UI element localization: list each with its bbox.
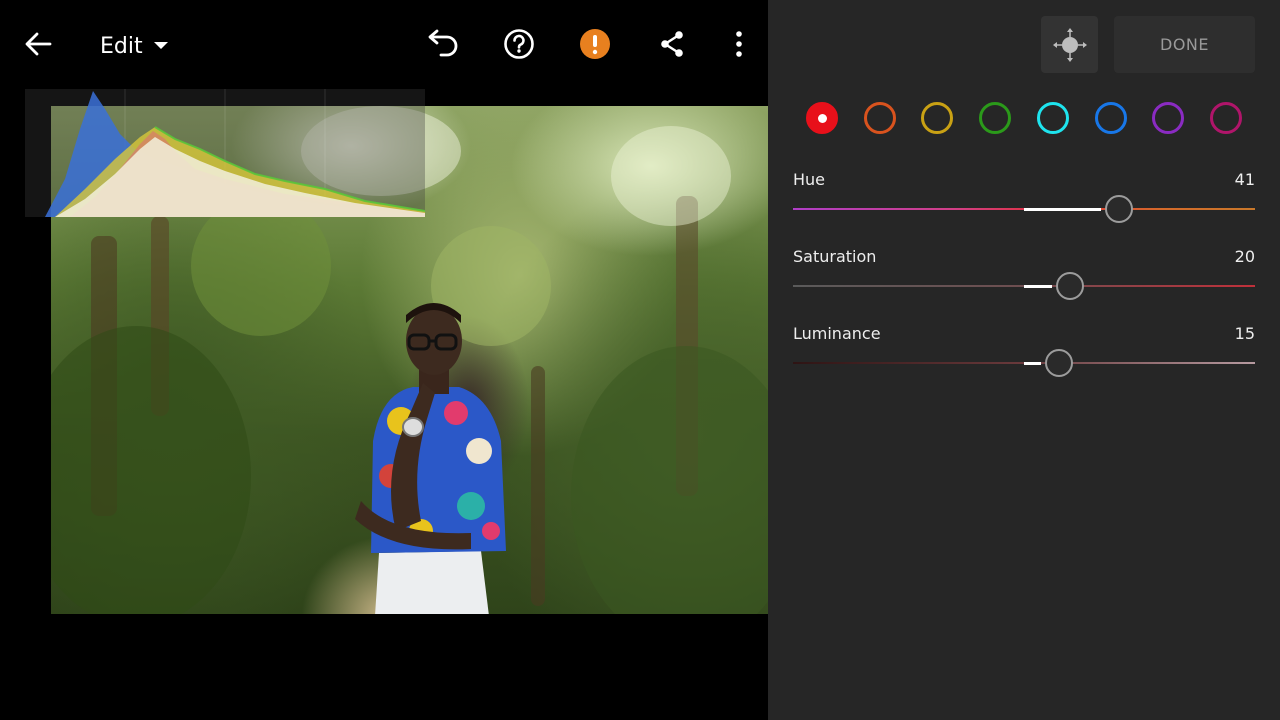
hue-value: 41 [1234, 170, 1255, 189]
warning-button[interactable] [573, 22, 617, 66]
color-swatch-blue[interactable] [1094, 102, 1127, 134]
person-subject [355, 303, 506, 614]
foliage [611, 126, 731, 226]
luminance-slider-thumb[interactable] [1044, 349, 1073, 377]
editing-canvas: Edit [0, 0, 768, 720]
saturation-label: Saturation [793, 247, 877, 266]
color-swatch-aqua[interactable] [1036, 102, 1069, 134]
tree-trunk [531, 366, 545, 606]
caret-down-icon [153, 42, 168, 49]
saturation-slider-track[interactable] [793, 272, 1255, 300]
histogram [25, 89, 425, 217]
done-button[interactable]: DONE [1114, 16, 1255, 73]
arrow-left-icon [25, 32, 52, 56]
exclamation-circle-icon [580, 29, 610, 59]
foliage [51, 326, 251, 614]
saturation-slider-row: Saturation 20 [793, 247, 1255, 307]
hue-slider-row: Hue 41 [793, 170, 1255, 230]
undo-icon [428, 29, 458, 57]
share-icon [661, 31, 683, 57]
hue-slider-thumb[interactable] [1104, 195, 1133, 223]
luminance-slider-row: Luminance 15 [793, 324, 1255, 384]
hue-slider-track[interactable] [793, 195, 1255, 223]
color-swatch-yellow[interactable] [921, 102, 954, 134]
edit-mode-dropdown[interactable]: Edit [100, 26, 169, 66]
color-swatch-green[interactable] [979, 102, 1012, 134]
question-circle-icon [504, 29, 534, 59]
edit-mode-label: Edit [100, 33, 143, 59]
luminance-value: 15 [1234, 324, 1255, 343]
foliage [191, 196, 331, 336]
color-swatch-purple[interactable] [1152, 102, 1185, 134]
top-toolbar: Edit [0, 0, 768, 90]
targeted-adjustment-icon [1052, 27, 1087, 62]
color-swatches [806, 100, 1246, 136]
help-button[interactable] [497, 22, 541, 66]
more-vertical-icon [736, 31, 742, 57]
back-button[interactable] [16, 22, 60, 66]
color-swatch-magenta[interactable] [1209, 102, 1242, 134]
targeted-adjustment-button[interactable] [1041, 16, 1098, 73]
luminance-slider-fill [1024, 361, 1041, 365]
luminance-label: Luminance [793, 324, 881, 343]
color-mix-panel: DONE Hue 41 Saturation 20 Luminance 15 [768, 0, 1280, 720]
hue-slider-fill [1024, 207, 1101, 211]
saturation-slider-thumb[interactable] [1056, 272, 1085, 300]
histogram-graph [45, 89, 425, 217]
hue-label: Hue [793, 170, 826, 189]
selected-indicator [817, 113, 827, 123]
more-options-button[interactable] [717, 22, 761, 66]
saturation-slider-fill [1024, 284, 1053, 288]
saturation-value: 20 [1234, 247, 1255, 266]
luminance-slider-track[interactable] [793, 349, 1255, 377]
color-swatch-red[interactable] [806, 102, 838, 134]
undo-button[interactable] [420, 22, 464, 66]
share-button[interactable] [650, 22, 694, 66]
color-swatch-orange[interactable] [863, 102, 896, 134]
foliage [571, 346, 768, 614]
